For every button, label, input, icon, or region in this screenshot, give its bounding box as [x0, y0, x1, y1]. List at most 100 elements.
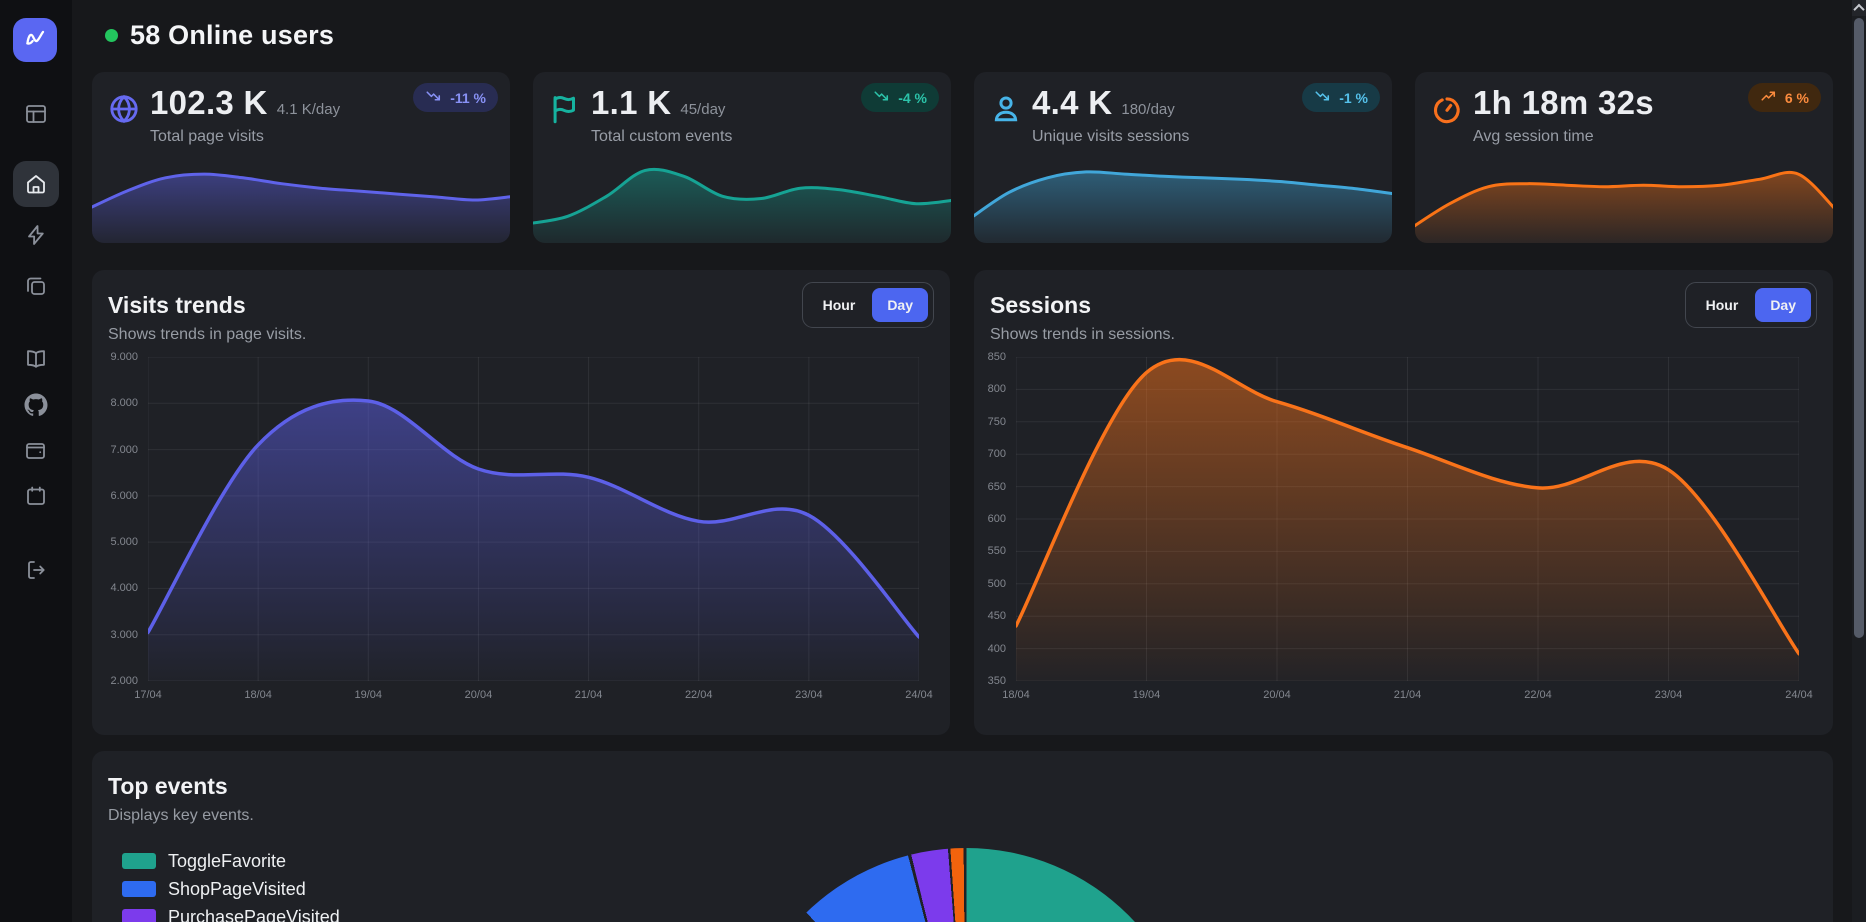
x-axis-label: 20/04 — [1247, 689, 1307, 702]
y-axis-label: 2.000 — [92, 675, 138, 688]
page-header: 58 Online users — [105, 20, 334, 51]
y-axis-label: 5.000 — [92, 536, 138, 549]
y-axis-label: 800 — [974, 383, 1006, 396]
stat-label: Unique visits sessions — [1032, 128, 1189, 146]
x-axis-label: 23/04 — [779, 689, 839, 702]
legend-label: ToggleFavorite — [168, 851, 286, 872]
flag-icon — [548, 92, 582, 126]
sidebar — [0, 0, 72, 922]
x-axis-label: 22/04 — [669, 689, 729, 702]
stat-value: 102.3 K — [150, 84, 268, 122]
x-axis-label: 20/04 — [448, 689, 508, 702]
x-axis-label: 24/04 — [889, 689, 949, 702]
logo-swoosh-icon — [22, 25, 48, 56]
scrollbar-thumb[interactable] — [1854, 18, 1864, 638]
sidebar-item-layout[interactable] — [13, 91, 59, 137]
y-axis-label: 750 — [974, 416, 1006, 429]
stat-value: 4.4 K — [1032, 84, 1112, 122]
sessions-area-chart — [1016, 357, 1799, 681]
github-icon — [24, 393, 48, 417]
home-icon — [24, 172, 48, 196]
stat-label: Total custom events — [591, 128, 732, 146]
x-axis-label: 21/04 — [1378, 689, 1438, 702]
online-status-dot — [105, 29, 118, 42]
stat-label: Total page visits — [150, 128, 264, 146]
sidebar-item-logout[interactable] — [13, 547, 59, 593]
stat-sparkline — [1415, 157, 1833, 243]
sidebar-item-library[interactable] — [13, 336, 59, 382]
logout-icon — [24, 558, 48, 582]
card-subtitle: Displays key events. — [108, 807, 254, 825]
user-icon — [989, 92, 1023, 126]
stat-sparkline — [974, 157, 1392, 243]
trend-badge-text: -1 % — [1339, 90, 1368, 106]
chart-subtitle: Shows trends in page visits. — [108, 326, 306, 344]
copy-icon — [24, 274, 48, 298]
y-axis-label: 400 — [974, 643, 1006, 656]
y-axis-label: 450 — [974, 610, 1006, 623]
legend-item-ToggleFavorite[interactable]: ToggleFavorite — [122, 851, 340, 871]
y-axis-label: 8.000 — [92, 397, 138, 410]
app-logo[interactable] — [13, 18, 57, 62]
stat-label: Avg session time — [1473, 128, 1594, 146]
toggle-hour[interactable]: Hour — [1691, 288, 1754, 322]
y-axis-label: 850 — [974, 351, 1006, 364]
top-events-card: Top events Displays key events. ToggleFa… — [92, 751, 1833, 922]
legend-swatch — [122, 909, 156, 922]
y-axis-label: 350 — [974, 675, 1006, 688]
trend-badge: -4 % — [861, 83, 939, 112]
card-title: Top events — [108, 773, 228, 800]
legend-label: PurchasePageVisited — [168, 907, 340, 922]
pie-legend: ToggleFavorite ShopPageVisited PurchasePag… — [122, 851, 340, 922]
stat-card-total-page-visits: 102.3 K 4.1 K/day Total page visits -11 … — [92, 72, 510, 243]
sidebar-item-github[interactable] — [13, 382, 59, 428]
stat-card-total-custom-events: 1.1 K 45/day Total custom events -4 % — [533, 72, 951, 243]
x-axis-label: 18/04 — [228, 689, 288, 702]
trend-badge-text: -4 % — [898, 90, 927, 106]
trend-badge: 6 % — [1748, 83, 1821, 112]
book-icon — [24, 347, 48, 371]
y-axis-label: 9.000 — [92, 351, 138, 364]
scroll-up-button[interactable] — [1852, 0, 1866, 16]
y-axis-label: 700 — [974, 448, 1006, 461]
stat-card-unique-visits-sessions: 4.4 K 180/day Unique visits sessions -1 … — [974, 72, 1392, 243]
chart-title: Visits trends — [108, 292, 246, 319]
trend-badge: -11 % — [413, 83, 498, 112]
top-events-pie-chart[interactable] — [736, 848, 1196, 922]
sidebar-item-calendar[interactable] — [13, 473, 59, 519]
legend-swatch — [122, 853, 156, 869]
legend-item-PurchasePageVisited[interactable]: PurchasePageVisited — [122, 907, 340, 922]
wallet-icon — [24, 439, 48, 463]
calendar-icon — [24, 484, 48, 508]
sidebar-item-pages[interactable] — [13, 263, 59, 309]
y-axis-label: 4.000 — [92, 582, 138, 595]
stat-card-avg-session-time: 1h 18m 32s Avg session time 6 % — [1415, 72, 1833, 243]
vertical-scrollbar — [1852, 0, 1866, 922]
sidebar-item-home[interactable] — [13, 161, 59, 207]
analytics-dashboard: 58 Online users 102.3 K 4.1 K/day Total … — [0, 0, 1866, 922]
globe-icon — [107, 92, 141, 126]
visits-area-chart — [148, 357, 919, 681]
trending-down-icon — [873, 87, 891, 108]
stat-rate: 45/day — [680, 101, 725, 118]
stat-value: 1.1 K — [591, 84, 671, 122]
y-axis-label: 600 — [974, 513, 1006, 526]
stat-rate: 4.1 K/day — [277, 101, 340, 118]
y-axis-label: 6.000 — [92, 490, 138, 503]
toggle-hour[interactable]: Hour — [808, 288, 871, 322]
y-axis-label: 650 — [974, 481, 1006, 494]
toggle-day[interactable]: Day — [872, 288, 928, 322]
x-axis-label: 17/04 — [118, 689, 178, 702]
x-axis-label: 18/04 — [986, 689, 1046, 702]
sidebar-item-wallet[interactable] — [13, 428, 59, 474]
stat-sparkline — [92, 157, 510, 243]
toggle-day[interactable]: Day — [1755, 288, 1811, 322]
stat-value: 1h 18m 32s — [1473, 84, 1654, 122]
x-axis-label: 23/04 — [1639, 689, 1699, 702]
sessions-card: Sessions Shows trends in sessions. Hour … — [974, 270, 1833, 735]
legend-item-ShopPageVisited[interactable]: ShopPageVisited — [122, 879, 340, 899]
stat-rate: 180/day — [1121, 101, 1174, 118]
y-axis-label: 500 — [974, 578, 1006, 591]
sidebar-item-activity[interactable] — [13, 212, 59, 258]
trending-down-icon — [425, 87, 443, 108]
